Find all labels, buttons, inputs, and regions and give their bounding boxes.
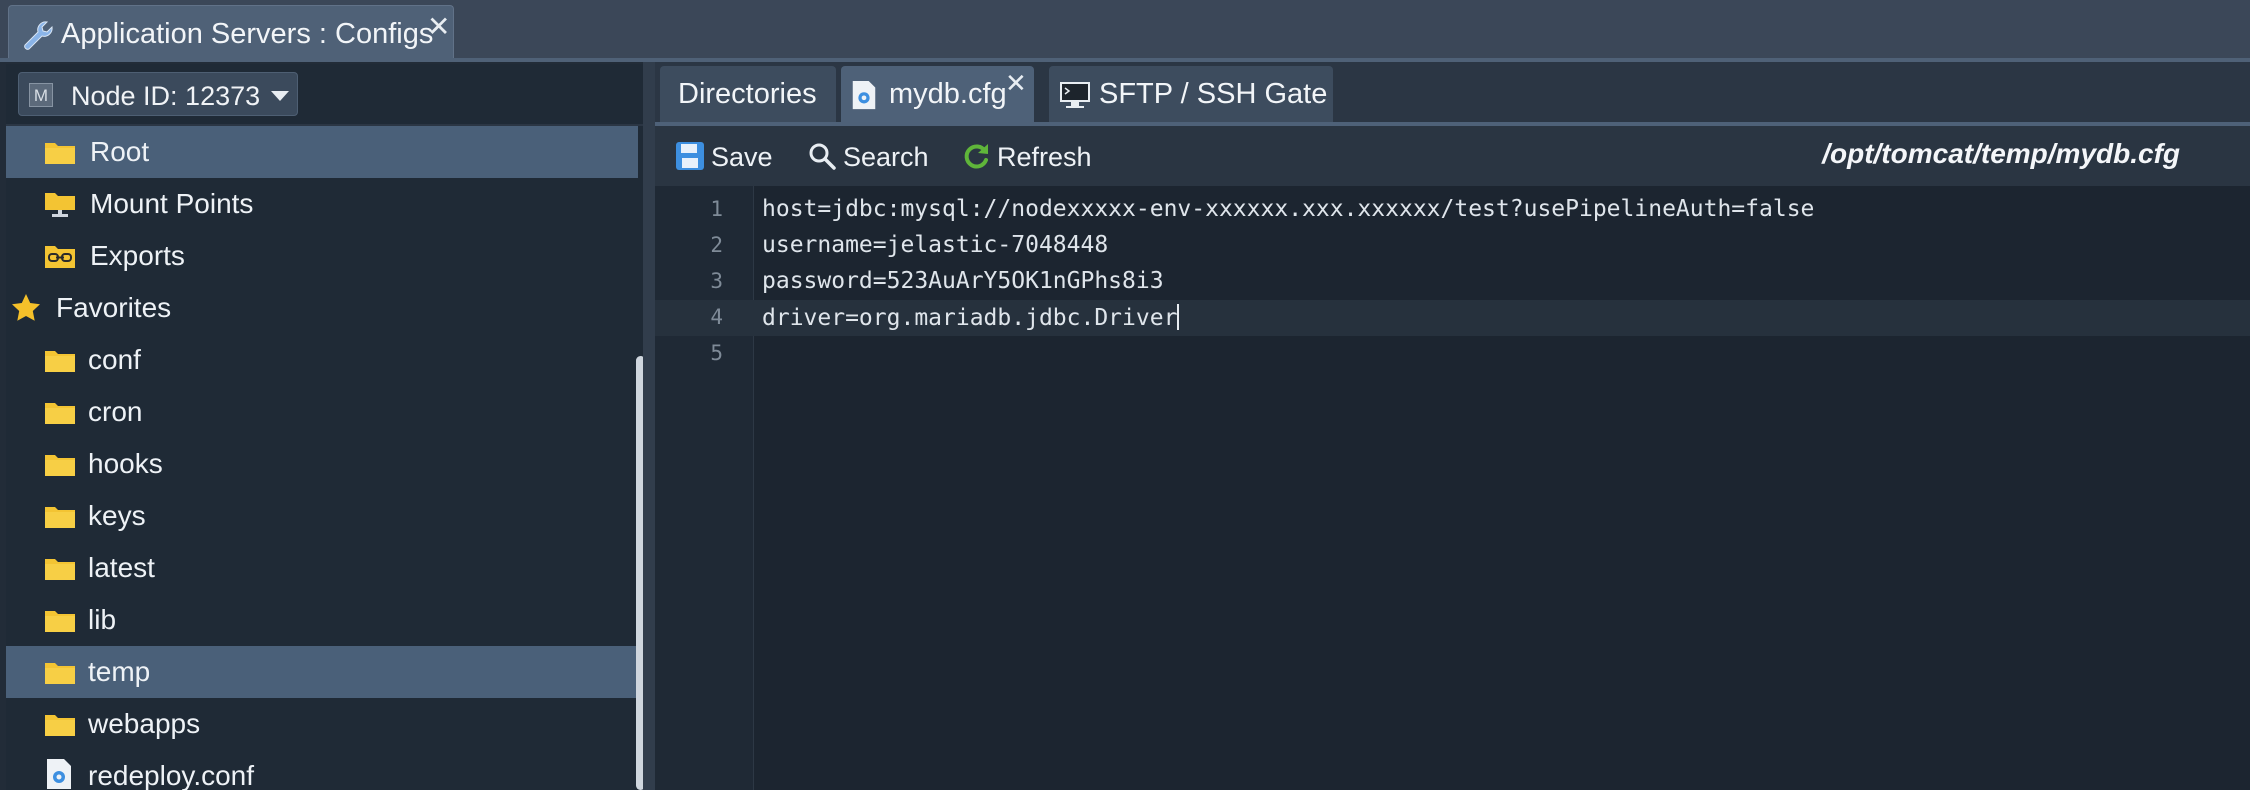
tree-item-label: hooks — [88, 448, 163, 479]
editor-line-current[interactable]: 4 driver=org.mariadb.jdbc.Driver — [655, 300, 2250, 336]
search-icon — [809, 143, 836, 170]
window-title-bar: Application Servers : Configs ✕ — [0, 0, 2250, 60]
tree-item-label: Mount Points — [90, 188, 254, 219]
tab-directories[interactable]: Directories — [660, 66, 836, 122]
config-file-icon — [852, 80, 876, 110]
search-label: Search — [843, 142, 929, 172]
tree-item-hooks[interactable]: hooks — [6, 438, 638, 490]
tree-item-redeploy-conf[interactable]: redeploy.conf — [6, 750, 638, 790]
tab-label: SFTP / SSH Gate — [1099, 78, 1328, 110]
tree-item-root[interactable]: Root — [6, 126, 638, 178]
tree-item-label: keys — [88, 500, 146, 531]
tree-item-latest[interactable]: latest — [6, 542, 638, 594]
editor-line[interactable]: 1 host=jdbc:mysql://nodexxxxx-env-xxxxxx… — [655, 192, 2250, 228]
tab-mydb-cfg[interactable]: mydb.cfg ✕ — [841, 66, 1034, 122]
folder-icon — [45, 559, 75, 580]
line-text: username=jelastic-7048448 — [762, 232, 1109, 258]
folder-icon — [45, 507, 75, 528]
refresh-label: Refresh — [997, 142, 1092, 172]
config-file-icon — [47, 759, 71, 789]
tree-item-keys[interactable]: keys — [6, 490, 638, 542]
close-window-button[interactable]: ✕ — [427, 10, 450, 43]
line-text-value: driver=org.mariadb.jdbc.Driver — [762, 305, 1178, 331]
editor-tab-bar: Directories mydb.cfg ✕ SFTP / SSH Gate — [655, 62, 2250, 122]
tree-item-temp[interactable]: temp — [6, 646, 638, 698]
mount-points-icon — [45, 193, 75, 217]
node-selector-dropdown[interactable]: M Node ID: 12373 — [18, 72, 298, 116]
tree-item-label: Root — [90, 136, 150, 167]
directory-tree: Root Mount Points Exports Favorites conf… — [6, 126, 638, 790]
panel-splitter[interactable] — [643, 62, 655, 790]
tree-item-label: Favorites — [56, 292, 172, 323]
tree-item-label: cron — [88, 396, 143, 427]
tree-item-label: webapps — [88, 708, 201, 739]
tree-scrollbar[interactable] — [636, 356, 643, 790]
folder-icon — [45, 715, 75, 736]
tab-sftp-ssh-gate[interactable]: SFTP / SSH Gate — [1049, 66, 1333, 122]
tree-item-label: temp — [88, 656, 151, 687]
tree-item-label: Exports — [90, 240, 185, 271]
window-tab[interactable]: Application Servers : Configs ✕ — [8, 5, 454, 58]
tab-label: Directories — [678, 78, 817, 110]
refresh-button[interactable]: Refresh — [961, 136, 1101, 176]
text-cursor — [1177, 304, 1180, 330]
tree-item-cron[interactable]: cron — [6, 386, 638, 438]
tree-item-label: lib — [88, 604, 117, 635]
line-number: 5 — [710, 341, 723, 365]
folder-icon — [45, 351, 75, 372]
line-number: 2 — [710, 233, 723, 257]
folder-icon — [45, 403, 75, 424]
tree-item-mount-points[interactable]: Mount Points — [6, 178, 638, 230]
save-icon — [676, 142, 704, 170]
tree-item-conf[interactable]: conf — [6, 334, 638, 386]
line-number: 1 — [710, 197, 723, 221]
window-title: Application Servers : Configs — [61, 18, 434, 50]
folder-icon — [45, 455, 75, 476]
close-tab-button[interactable]: ✕ — [1005, 68, 1027, 99]
line-number: 4 — [710, 305, 723, 329]
file-tree-panel: M Node ID: 12373 Root Mount Points Expor… — [6, 64, 643, 790]
file-path: /opt/tomcat/temp/mydb.cfg — [1822, 138, 2180, 169]
terminal-icon — [1060, 82, 1090, 108]
editor-panel: Directories mydb.cfg ✕ SFTP / SSH Gate S… — [655, 62, 2250, 790]
wrench-icon — [24, 21, 53, 50]
line-number: 3 — [710, 269, 723, 293]
editor-line[interactable]: 3 password=523AuArY5OK1nGPhs8i3 — [655, 264, 2250, 300]
tree-item-lib[interactable]: lib — [6, 594, 638, 646]
tab-label: mydb.cfg — [889, 78, 1007, 110]
chevron-down-icon — [271, 91, 289, 101]
editor-line[interactable]: 5 — [655, 336, 2250, 372]
tree-item-webapps[interactable]: webapps — [6, 698, 638, 750]
tree-item-favorites[interactable]: Favorites — [6, 282, 638, 334]
tree-item-exports[interactable]: Exports — [6, 230, 638, 282]
save-label: Save — [711, 142, 773, 172]
line-text: driver=org.mariadb.jdbc.Driver — [762, 304, 1180, 331]
exports-icon — [45, 246, 75, 268]
refresh-icon — [964, 144, 988, 169]
tree-item-label: redeploy.conf — [88, 760, 255, 790]
node-type-icon: M — [29, 83, 53, 107]
folder-icon — [45, 611, 75, 632]
code-editor[interactable]: 1 host=jdbc:mysql://nodexxxxx-env-xxxxxx… — [655, 186, 2250, 790]
tree-item-label: conf — [88, 344, 141, 375]
folder-icon — [45, 663, 75, 684]
line-text: password=523AuArY5OK1nGPhs8i3 — [762, 268, 1164, 294]
search-button[interactable]: Search — [807, 136, 937, 176]
save-button[interactable]: Save — [675, 136, 775, 176]
node-id-label: Node ID: 12373 — [71, 81, 261, 111]
tree-item-label: latest — [88, 552, 155, 583]
folder-icon — [45, 143, 75, 164]
star-icon — [12, 294, 40, 321]
line-text: host=jdbc:mysql://nodexxxxx-env-xxxxxx.x… — [762, 196, 1815, 222]
editor-line[interactable]: 2 username=jelastic-7048448 — [655, 228, 2250, 264]
